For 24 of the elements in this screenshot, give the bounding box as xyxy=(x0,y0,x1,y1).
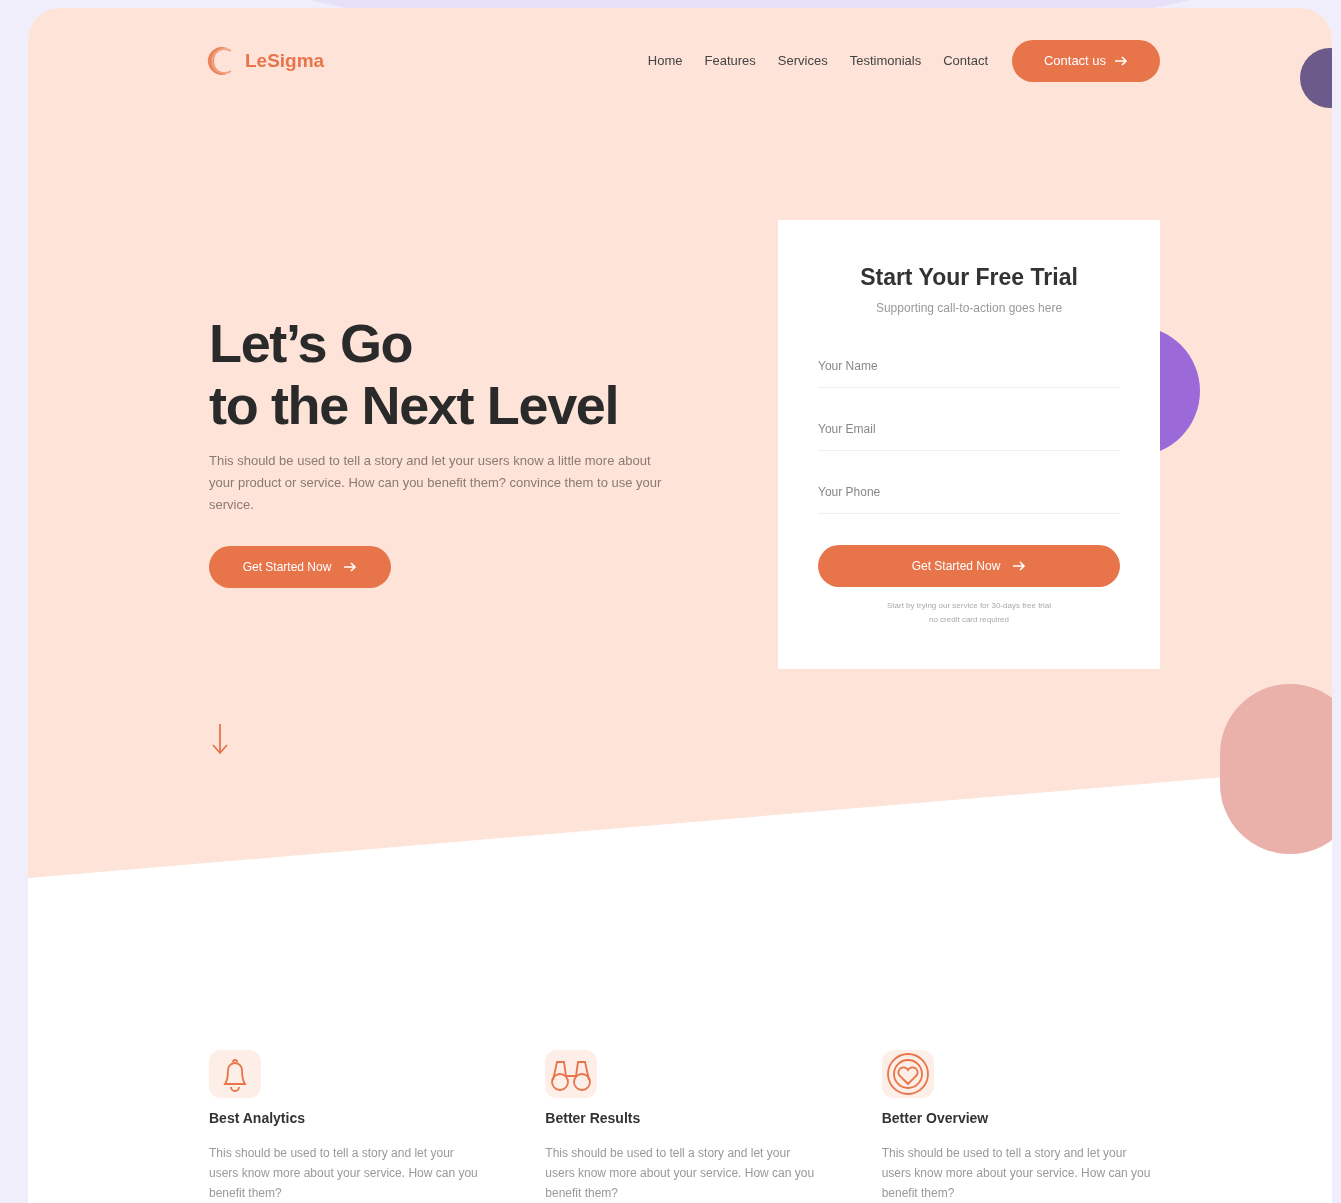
arrow-right-icon xyxy=(343,562,358,572)
feature-description: This should be used to tell a story and let your users know more about your service. How can you benefit them? xyxy=(881,1145,1152,1202)
input-field[interactable]: Your Name xyxy=(818,344,1120,388)
arrow-down-icon xyxy=(211,722,229,756)
nav-link[interactable]: Testimonials xyxy=(849,51,922,71)
hero-description: This should be used to tell a story and let your users know a little more about your product or service. How can you benefit them? convince them to use your service. xyxy=(209,452,663,514)
input-field[interactable]: Your Phone xyxy=(818,470,1120,514)
form-note: Start by trying our service for 30-days free trial no credit card required xyxy=(886,599,1052,626)
nav-link[interactable]: Features xyxy=(704,51,756,71)
feature-title: Better Results xyxy=(545,1109,642,1128)
arrow-right-icon xyxy=(1012,560,1027,571)
feature-description: This should be used to tell a story and let your users know more about your service. How can you benefit them? xyxy=(545,1145,816,1202)
form-subtitle: Supporting call-to-action goes here xyxy=(875,299,1063,317)
brand-name: LeSigma xyxy=(245,48,325,73)
form-title: Start Your Free Trial xyxy=(860,263,1078,292)
arrow-right-icon xyxy=(1114,56,1129,66)
nav-link[interactable]: Services xyxy=(777,51,828,71)
nav-link[interactable]: Home xyxy=(647,51,683,71)
input-field[interactable]: Your Email xyxy=(818,407,1120,451)
hero-title: Let’s Go to the Next Level xyxy=(209,312,620,436)
feature-title: Better Overview xyxy=(881,1109,990,1128)
feature-description: This should be used to tell a story and let your users know more about your service. How can you benefit them? xyxy=(209,1145,479,1202)
nav-link[interactable]: Contact xyxy=(943,51,988,71)
feature-title: Best Analytics xyxy=(209,1109,306,1128)
